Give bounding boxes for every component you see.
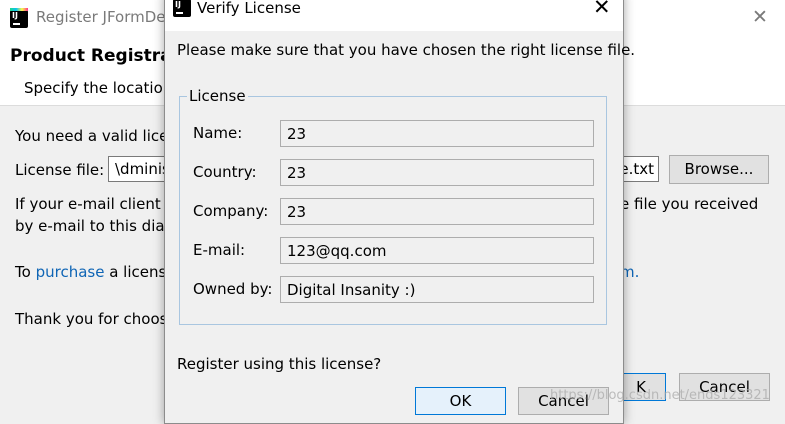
register-question: Register using this license? <box>177 355 382 373</box>
name-field: 23 <box>280 120 594 147</box>
license-group-label: License <box>187 87 248 105</box>
country-field: 23 <box>280 159 594 186</box>
company-field: 23 <box>280 198 594 225</box>
license-group: License Name: 23 Country: 23 Company: 23… <box>179 87 607 325</box>
register-window-title: Register JFormDe <box>36 8 166 26</box>
purchase-link[interactable]: purchase <box>36 263 105 281</box>
license-file-label: License file: <box>15 161 105 179</box>
owned-by-field: Digital Insanity :) <box>280 276 594 303</box>
register-subheading: Specify the location <box>24 79 173 97</box>
license-file-value-end: e.txt <box>619 160 654 178</box>
app-icon: IJ <box>10 8 28 28</box>
dialog-titlebar: IJ Verify License ✕ <box>165 0 623 31</box>
dialog-message: Please make sure that you have chosen th… <box>177 41 636 59</box>
watermark-text: https://blog.csdn.net/ends123321 <box>550 388 770 403</box>
app-icon: IJ <box>173 0 191 17</box>
email-field: 123@qq.com <box>280 237 594 264</box>
company-label: Company: <box>193 202 269 220</box>
email-instruction-line2: by e-mail to this dial <box>15 217 169 235</box>
purchase-line-text: a licens <box>109 263 167 281</box>
to-prefix: To <box>15 263 31 281</box>
owned-by-label: Owned by: <box>193 280 273 298</box>
need-license-text: You need a valid lice <box>15 127 169 145</box>
browse-button[interactable]: Browse... <box>669 155 769 184</box>
email-label: E-mail: <box>193 241 246 259</box>
ok-button[interactable]: OK <box>415 387 506 415</box>
dialog-title: Verify License <box>197 0 301 17</box>
purchase-line: To purchase a licens <box>15 263 166 281</box>
country-label: Country: <box>193 163 257 181</box>
thank-you-text: Thank you for choos <box>15 310 168 328</box>
close-icon[interactable]: ✕ <box>593 0 611 19</box>
verify-license-dialog: IJ Verify License ✕ Please make sure tha… <box>164 0 635 424</box>
close-icon[interactable]: ✕ <box>752 6 768 28</box>
name-label: Name: <box>193 124 243 142</box>
register-heading: Product Registrat <box>10 46 180 66</box>
email-instruction-line1: If your e-mail client s <box>15 195 174 213</box>
email-instruction-line1-end: e file you received <box>620 195 759 213</box>
license-file-value-start: \dminis <box>115 160 170 178</box>
